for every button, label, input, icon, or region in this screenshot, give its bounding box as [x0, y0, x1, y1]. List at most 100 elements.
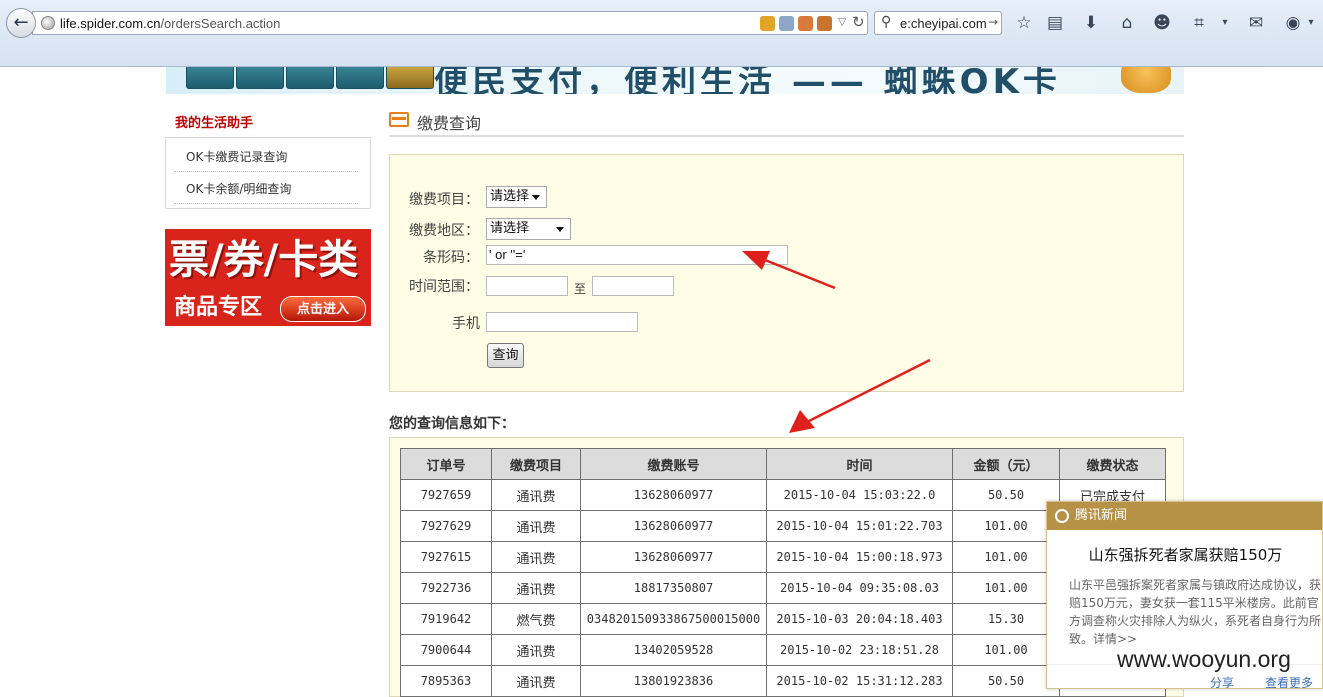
results-title: 您的查询信息如下：: [389, 416, 515, 432]
table-cell: 13628060977: [580, 541, 767, 573]
sidebar-item-balance[interactable]: OK卡余额/明细查询: [174, 173, 358, 204]
bookmark-star-icon[interactable]: ☆: [1013, 12, 1035, 34]
news-body: 山东平邑强拆案死者家属与镇政府达成协议，获赔150万元，妻女获一套115平米楼房…: [1069, 578, 1322, 646]
column-header: 订单号: [400, 448, 492, 480]
addon-icon[interactable]: [760, 16, 775, 31]
phone-input[interactable]: [486, 312, 638, 332]
go-arrow-icon[interactable]: →: [988, 15, 998, 29]
end-date-input[interactable]: [592, 276, 674, 296]
sidebar-title: 我的生活助手: [175, 116, 254, 131]
table-cell: 7919642: [400, 603, 492, 635]
table-cell: 15.30: [952, 603, 1060, 635]
region-select-value: 请选择: [490, 221, 530, 236]
phone-label: 手机: [452, 316, 480, 332]
home-icon[interactable]: ⌂: [1116, 12, 1138, 34]
table-cell: 2015-10-03 20:04:18.403: [766, 603, 953, 635]
hand-image: [1121, 67, 1171, 93]
search-icon: ⚲: [881, 14, 892, 30]
table-cell: 034820150933867500015000: [580, 603, 767, 635]
table-cell: 2015-10-04 09:35:08.03: [766, 572, 953, 604]
region-select[interactable]: 请选择: [486, 218, 571, 240]
table-cell: 101.00: [952, 572, 1060, 604]
news-headline[interactable]: 山东强拆死者家属获赔150万: [1047, 544, 1322, 565]
addon-icon[interactable]: [798, 16, 813, 31]
crop-icon[interactable]: ⌗: [1188, 12, 1210, 34]
column-header: 缴费项目: [491, 448, 581, 480]
table-cell: 13628060977: [580, 479, 767, 511]
reload-icon[interactable]: ↻: [852, 13, 865, 31]
table-cell: 通讯费: [491, 665, 581, 697]
item-select-value: 请选择: [490, 189, 530, 204]
news-more-link[interactable]: 查看更多: [1265, 674, 1313, 688]
column-header: 时间: [766, 448, 953, 480]
table-cell: 101.00: [952, 634, 1060, 666]
table-header-row: 订单号 缴费项目 缴费账号 时间 金额（元） 缴费状态: [400, 448, 1166, 480]
ad-headline: 票/券/卡类: [169, 237, 359, 283]
table-cell: 通讯费: [491, 510, 581, 542]
address-bar[interactable]: life.spider.com.cn/ordersSearch.action ▽…: [32, 11, 868, 35]
table-cell: 通讯费: [491, 541, 581, 573]
reading-list-icon[interactable]: ▤: [1044, 12, 1066, 34]
download-icon[interactable]: ⬇: [1080, 12, 1102, 34]
dropdown-arrow-icon[interactable]: ▽: [838, 15, 846, 28]
query-button[interactable]: 查询: [487, 343, 524, 368]
url-host: life.spider.com.cn: [60, 16, 161, 31]
table-cell: 2015-10-02 23:18:51.28: [766, 634, 953, 666]
menu-dropdown-icon[interactable]: ▾: [1214, 12, 1236, 34]
sidebar-menu: OK卡缴费记录查询 OK卡余额/明细查询: [165, 137, 371, 209]
barcode-label: 条形码：: [423, 250, 479, 266]
table-cell: 2015-10-04 15:01:22.703: [766, 510, 953, 542]
url-path: /ordersSearch.action: [160, 16, 281, 31]
card-image: [186, 67, 234, 89]
chat-icon[interactable]: ✉: [1245, 12, 1267, 34]
item-select[interactable]: 请选择: [486, 186, 547, 208]
watermark: www.wooyun.org: [1117, 646, 1291, 672]
column-header: 金额（元）: [952, 448, 1060, 480]
globe-icon: [41, 16, 55, 30]
start-date-input[interactable]: [486, 276, 568, 296]
promo-ad[interactable]: 票/券/卡类 商品专区 点击进入: [165, 229, 371, 326]
banner-slogan: 便民支付，便利生活 —— 蜘蛛OK卡: [434, 67, 1061, 94]
news-header: 腾讯新闻: [1047, 502, 1322, 530]
table-cell: 13628060977: [580, 510, 767, 542]
table-cell: 13801923836: [580, 665, 767, 697]
table-cell: 2015-10-02 15:31:12.283: [766, 665, 953, 697]
card-image: [236, 67, 284, 89]
table-cell: 7927615: [400, 541, 492, 573]
smiley-icon[interactable]: ☻: [1151, 12, 1173, 34]
column-header: 缴费状态: [1059, 448, 1166, 480]
search-bar[interactable]: ⚲ e:cheyipai.com →: [874, 11, 1002, 35]
tencent-news-icon: [1055, 509, 1069, 523]
table-cell: 18817350807: [580, 572, 767, 604]
time-separator: 至: [574, 282, 587, 296]
divider: [389, 135, 1184, 137]
back-button[interactable]: ←: [6, 8, 36, 38]
ad-enter-button[interactable]: 点击进入: [280, 296, 366, 322]
site-banner: 便民支付，便利生活 —— 蜘蛛OK卡: [166, 67, 1184, 94]
addon-icon[interactable]: [779, 16, 794, 31]
table-cell: 50.50: [952, 665, 1060, 697]
news-share-link[interactable]: 分享: [1210, 674, 1234, 688]
java-icon[interactable]: [817, 16, 832, 31]
table-cell: 7922736: [400, 572, 492, 604]
back-arrow-icon: ←: [13, 12, 29, 33]
url-text: life.spider.com.cn/ordersSearch.action: [60, 16, 280, 31]
table-cell: 101.00: [952, 510, 1060, 542]
table-cell: 燃气费: [491, 603, 581, 635]
table-cell: 通讯费: [491, 572, 581, 604]
table-cell: 13402059528: [580, 634, 767, 666]
item-label: 缴费项目：: [409, 192, 479, 208]
table-cell: 101.00: [952, 541, 1060, 573]
card-image: [286, 67, 334, 89]
table-cell: 7927659: [400, 479, 492, 511]
table-cell: 2015-10-04 15:03:22.0: [766, 479, 953, 511]
table-cell: 通讯费: [491, 634, 581, 666]
barcode-input[interactable]: ' or ''=': [486, 245, 788, 265]
sidebar-item-payment-records[interactable]: OK卡缴费记录查询: [174, 141, 358, 172]
menu-dropdown-icon[interactable]: ▾: [1300, 12, 1322, 34]
table-cell: 2015-10-04 15:00:18.973: [766, 541, 953, 573]
time-range-label: 时间范围：: [409, 279, 479, 295]
card-image: [336, 67, 384, 89]
card-image: [386, 67, 434, 89]
search-text: e:cheyipai.com: [900, 16, 987, 31]
